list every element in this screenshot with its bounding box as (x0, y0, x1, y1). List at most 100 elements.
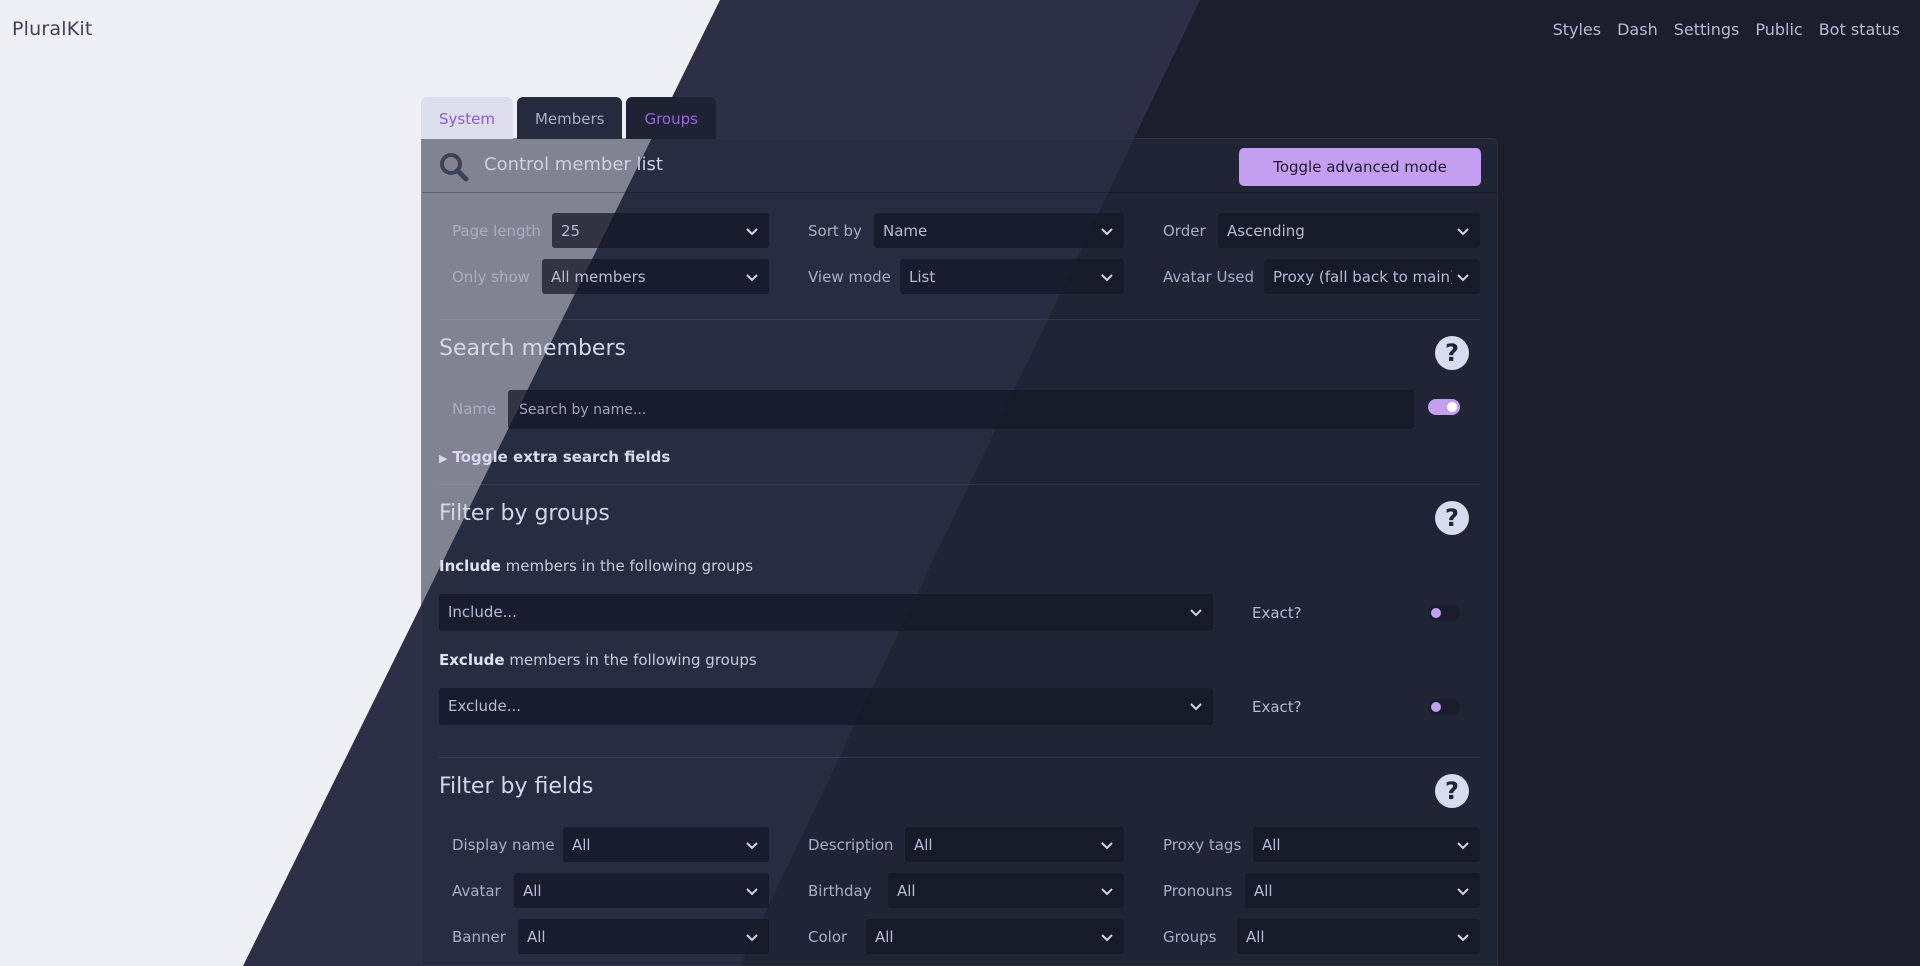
proxy-tags-label: Proxy tags (1163, 836, 1242, 854)
help-icon[interactable]: ? (1434, 500, 1470, 536)
display-name-value: All (572, 836, 591, 854)
groups-value: All (1246, 928, 1265, 946)
order-select[interactable]: Ascending (1218, 213, 1480, 248)
birthday-select[interactable]: All (888, 873, 1124, 908)
sort-by-label: Sort by (808, 222, 862, 240)
tab-bar: System Members Groups (421, 97, 716, 139)
toggle-knob (1431, 608, 1441, 618)
help-icon[interactable]: ? (1434, 335, 1470, 371)
brand-logo[interactable]: PluralKit (12, 18, 93, 40)
tab-system[interactable]: System (421, 97, 513, 139)
chevron-down-icon (1457, 842, 1469, 850)
exclude-exact-label: Exact? (1252, 698, 1302, 716)
nav-links: Styles Dash Settings Public Bot status (1553, 20, 1900, 39)
exclude-exact-toggle[interactable] (1428, 699, 1460, 715)
sort-by-select[interactable]: Name (874, 213, 1124, 248)
only-show-select[interactable]: All members (542, 259, 769, 294)
nav-public[interactable]: Public (1755, 20, 1802, 39)
groups-select[interactable]: All (1237, 919, 1480, 954)
display-name-select[interactable]: All (563, 827, 769, 862)
birthday-value: All (897, 882, 916, 900)
sort-by-value: Name (883, 222, 928, 240)
order-value: Ascending (1227, 222, 1305, 240)
chevron-down-icon (1190, 703, 1202, 711)
banner-label: Banner (452, 928, 506, 946)
include-description: Include members in the following groups (439, 557, 753, 575)
panel-header: Control member list Toggle advanced mode (422, 139, 1497, 193)
avatar-used-label: Avatar Used (1163, 268, 1255, 286)
search-by-name-input[interactable] (508, 390, 1414, 429)
svg-text:?: ? (1445, 777, 1459, 805)
view-mode-select[interactable]: List (900, 259, 1124, 294)
toggle-advanced-mode-button[interactable]: Toggle advanced mode (1239, 148, 1481, 186)
exclude-placeholder: Exclude... (448, 697, 522, 715)
include-placeholder: Include... (448, 603, 517, 621)
color-label: Color (808, 928, 848, 946)
nav-styles[interactable]: Styles (1553, 20, 1602, 39)
svg-text:?: ? (1445, 339, 1459, 367)
chevron-down-icon (746, 888, 758, 896)
chevron-down-icon (1101, 842, 1113, 850)
search-icon (440, 153, 469, 182)
chevron-down-icon (1457, 934, 1469, 942)
nav-bot-status[interactable]: Bot status (1819, 20, 1900, 39)
proxy-tags-value: All (1262, 836, 1281, 854)
filter-by-fields-title: Filter by fields (439, 774, 594, 799)
chevron-down-icon (1101, 888, 1113, 896)
divider (439, 757, 1480, 758)
only-show-value: All members (551, 268, 646, 286)
chevron-down-icon (1101, 934, 1113, 942)
include-text: members in the following groups (500, 557, 754, 575)
include-bold: Include (439, 557, 501, 575)
disclosure-triangle-icon: ▶ (439, 452, 448, 465)
nav-settings[interactable]: Settings (1674, 20, 1740, 39)
order-label: Order (1163, 222, 1206, 240)
svg-text:?: ? (1445, 504, 1459, 532)
pronouns-value: All (1254, 882, 1273, 900)
divider (439, 319, 1480, 320)
filter-by-groups-title: Filter by groups (439, 501, 610, 526)
chevron-down-icon (1457, 228, 1469, 236)
include-exact-toggle[interactable] (1428, 605, 1460, 621)
member-list-control-panel: Control member list Toggle advanced mode… (421, 138, 1498, 966)
search-members-title: Search members (439, 336, 626, 361)
extra-fields-label: Toggle extra search fields (452, 448, 671, 466)
name-label: Name (452, 400, 497, 418)
color-select[interactable]: All (866, 919, 1124, 954)
help-icon[interactable]: ? (1434, 773, 1470, 809)
include-exact-label: Exact? (1252, 604, 1302, 622)
nav-dash[interactable]: Dash (1617, 20, 1658, 39)
chevron-down-icon (1101, 228, 1113, 236)
chevron-down-icon (1457, 274, 1469, 282)
chevron-down-icon (746, 842, 758, 850)
tab-groups[interactable]: Groups (626, 97, 716, 139)
description-select[interactable]: All (905, 827, 1124, 862)
pronouns-select[interactable]: All (1245, 873, 1480, 908)
proxy-tags-select[interactable]: All (1253, 827, 1480, 862)
page-length-value: 25 (561, 222, 581, 240)
divider (439, 484, 1480, 485)
exclude-groups-select[interactable]: Exclude... (439, 688, 1213, 725)
avatar-select[interactable]: All (514, 873, 769, 908)
include-groups-select[interactable]: Include... (439, 594, 1213, 631)
avatar-used-select[interactable]: Proxy (fall back to main) (1264, 259, 1480, 294)
tab-members[interactable]: Members (516, 97, 623, 139)
chevron-down-icon (746, 274, 758, 282)
groups-label: Groups (1163, 928, 1217, 946)
exclude-text: members in the following groups (504, 651, 757, 669)
view-mode-label: View mode (808, 268, 891, 286)
panel-title: Control member list (484, 154, 663, 175)
exclude-description: Exclude members in the following groups (439, 651, 757, 669)
banner-select[interactable]: All (518, 919, 769, 954)
toggle-knob (1447, 402, 1457, 412)
banner-value: All (527, 928, 546, 946)
toggle-extra-search-fields[interactable]: ▶ Toggle extra search fields (439, 448, 670, 466)
navbar: PluralKit Styles Dash Settings Public Bo… (0, 0, 1920, 60)
search-toggle[interactable] (1428, 399, 1460, 415)
display-name-label: Display name (452, 836, 555, 854)
avatar-value: All (523, 882, 542, 900)
avatar-used-value: Proxy (fall back to main) (1273, 268, 1452, 286)
description-value: All (914, 836, 933, 854)
page-length-select[interactable]: 25 (552, 213, 769, 248)
only-show-label: Only show (452, 268, 530, 286)
